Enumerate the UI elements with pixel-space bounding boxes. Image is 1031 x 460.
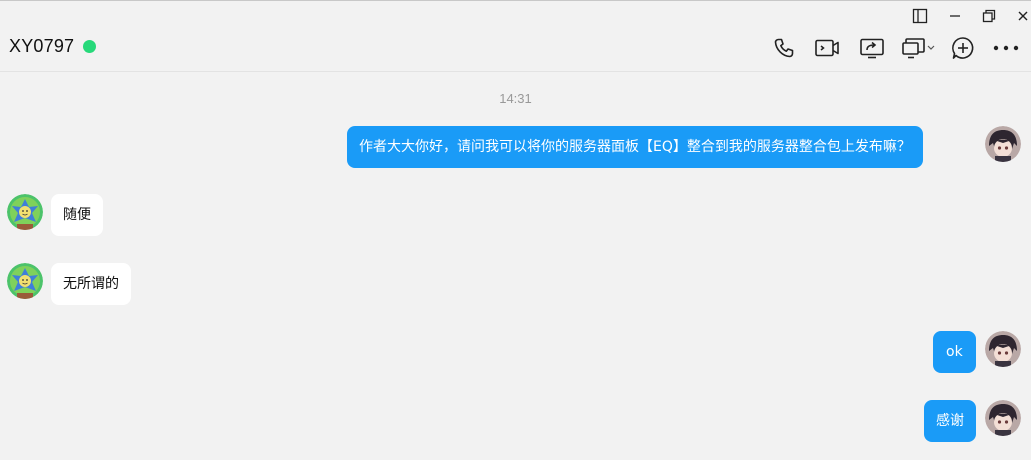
outgoing-message-bubble[interactable]: 作者大大你好，请问我可以将你的服务器面板【EQ】整合到我的服务器整合包上发布嘛？ — [347, 126, 923, 168]
window-top-border — [0, 0, 1031, 1]
incoming-message-bubble[interactable]: 随便 — [51, 194, 103, 236]
message-timestamp: 14:31 — [499, 91, 532, 106]
outgoing-message-bubble[interactable]: ok — [933, 331, 976, 373]
incoming-message-bubble[interactable]: 无所谓的 — [51, 263, 131, 305]
restore-icon[interactable] — [972, 2, 1006, 30]
add-icon[interactable] — [947, 32, 979, 64]
online-status-dot — [83, 40, 96, 53]
remote-desktop-icon[interactable] — [900, 32, 942, 64]
outgoing-message-bubble[interactable]: 感谢 — [924, 400, 976, 442]
contact-avatar[interactable] — [7, 263, 43, 299]
phone-icon[interactable] — [768, 32, 800, 64]
self-avatar[interactable] — [985, 331, 1021, 367]
close-icon[interactable] — [1008, 2, 1031, 30]
self-avatar[interactable] — [985, 126, 1021, 162]
video-call-icon[interactable] — [811, 32, 843, 64]
contact-name[interactable]: XY0797 — [9, 36, 74, 57]
contact-avatar[interactable] — [7, 194, 43, 230]
chat-header: XY0797 — [0, 28, 1031, 72]
self-avatar[interactable] — [985, 400, 1021, 436]
sidebar-toggle-icon[interactable] — [903, 2, 937, 30]
minimize-icon[interactable] — [938, 2, 972, 30]
more-icon[interactable] — [990, 32, 1022, 64]
screen-share-icon[interactable] — [856, 32, 888, 64]
